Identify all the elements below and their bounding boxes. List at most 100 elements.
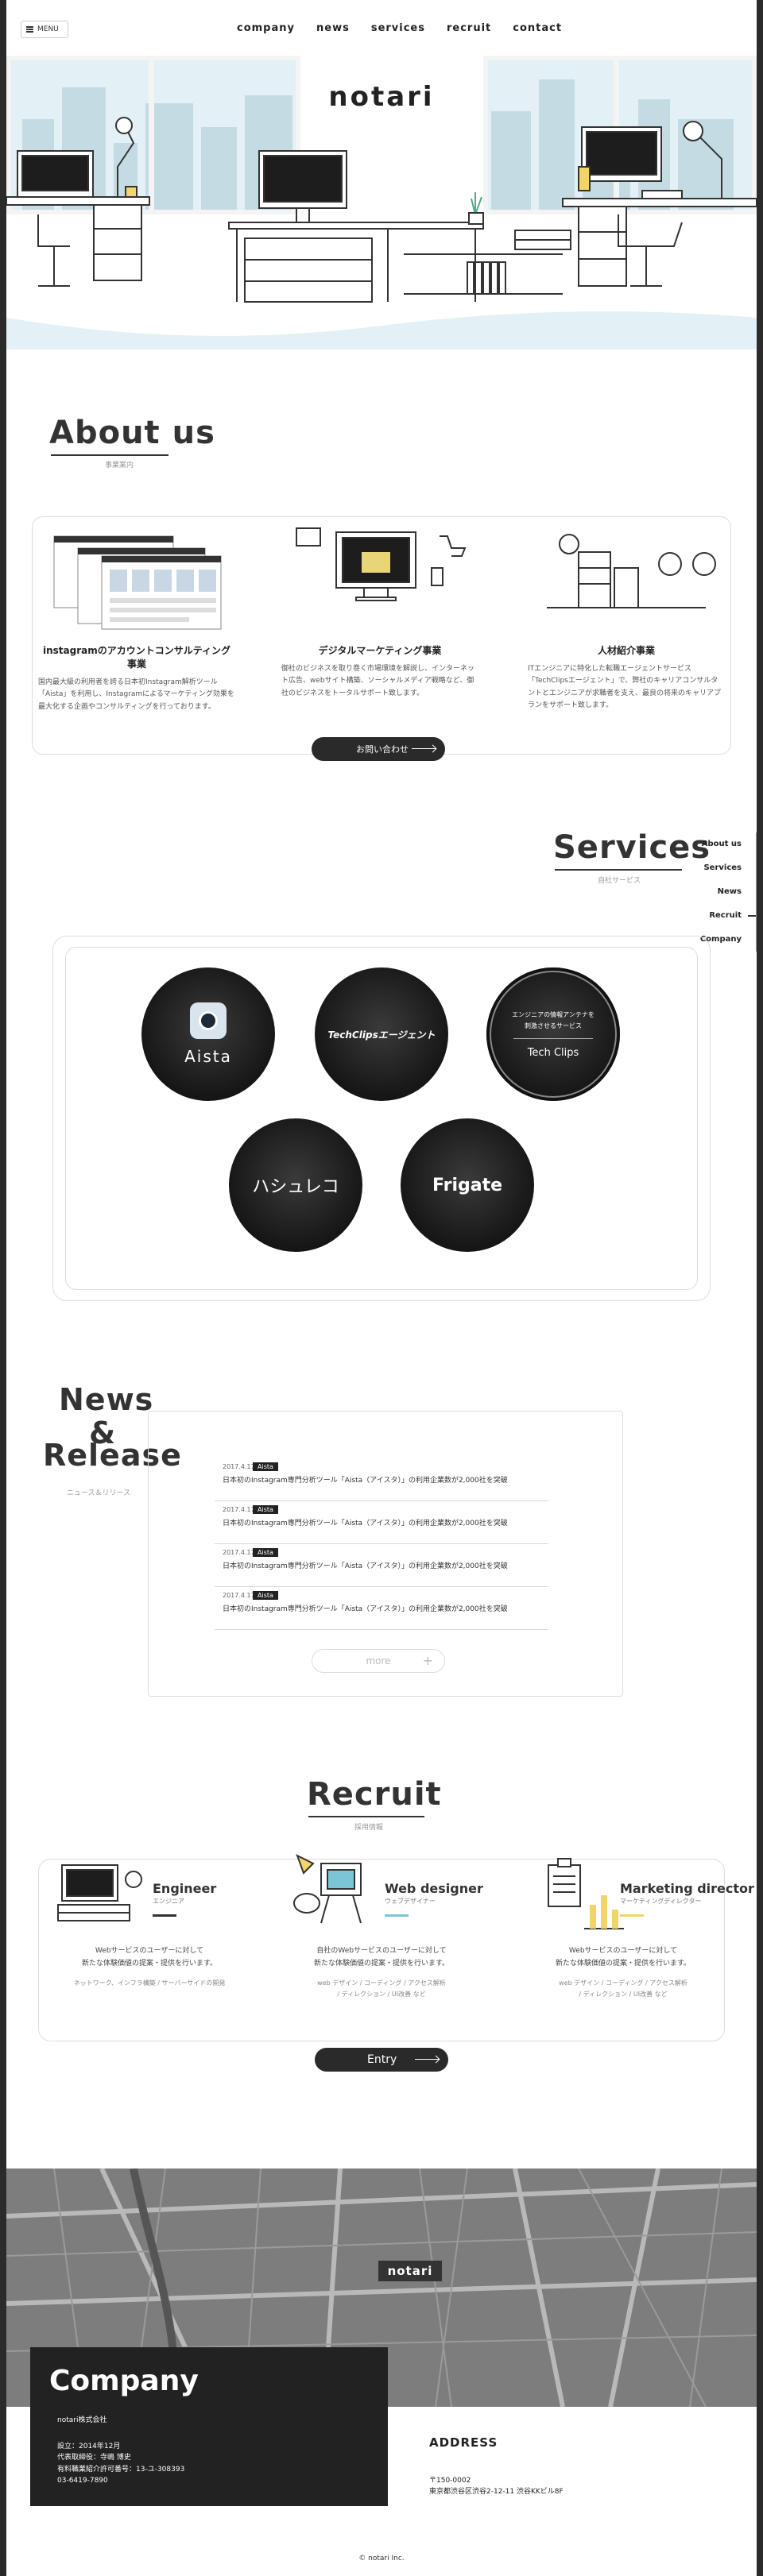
job-note-line: web デザイン / コーディング / アクセス解析 bbox=[317, 1979, 446, 1987]
service-frigate[interactable]: Frigate bbox=[401, 1118, 534, 1252]
news-text: 日本初のInstagram専門分析ツール「Aista（アイスタ）」の利用企業数が… bbox=[223, 1605, 508, 1613]
about-title: About us bbox=[49, 415, 215, 451]
contact-button[interactable]: お問い合わせ bbox=[312, 737, 445, 761]
about-item-text: ITエンジニアに特化した転職エージェントサービス「TechClipsエージェント… bbox=[528, 665, 722, 709]
news-date: 2017.4.17 bbox=[223, 1549, 255, 1556]
global-nav: company news services recruit contact bbox=[237, 22, 562, 34]
news-title-1: News bbox=[59, 1382, 154, 1417]
news-text: 日本初のInstagram専門分析ツール「Aista（アイスタ）」の利用企業数が… bbox=[223, 1562, 508, 1570]
contact-button-label: お問い合わせ bbox=[356, 744, 409, 755]
job-title-designer: Web designer bbox=[385, 1881, 483, 1896]
job-desc-engineer: Webサービスのユーザーに対して 新たな体験価値の提案・提供を行います。 bbox=[54, 1945, 245, 1970]
job-title-engineer: Engineer bbox=[153, 1881, 217, 1896]
about-item-title: デジタルマーケティング事業 bbox=[318, 645, 442, 656]
job-desc-designer: 自社のWebサービスのユーザーに対して 新たな体験価値の提案・提供を行います。 bbox=[286, 1945, 477, 1970]
job-note-line: ネットワーク、インフラ構築 / サーバーサイドの開発 bbox=[73, 1979, 226, 1987]
about-item-recruiting: 人材紹介事業 ITエンジニアに特化した転職エージェントサービス「TechClip… bbox=[528, 643, 725, 712]
side-nav-services[interactable]: Services bbox=[691, 856, 757, 880]
side-nav-about[interactable]: About us bbox=[691, 832, 757, 856]
service-hashureco[interactable]: ハシュレコ bbox=[229, 1118, 362, 1252]
service-techclips[interactable]: エンジニアの情報アンテナを 刺激させるサービス Tech Clips bbox=[486, 967, 620, 1101]
news-tag: Aista bbox=[253, 1548, 278, 1557]
nav-company[interactable]: company bbox=[237, 22, 295, 34]
news-item[interactable]: 2017.4.17 Aista 日本初のInstagram専門分析ツール「Ais… bbox=[215, 1458, 548, 1501]
job-desc-line: Webサービスのユーザーに対して bbox=[568, 1947, 678, 1955]
service-name: TechClipsエージェント bbox=[327, 1029, 436, 1041]
about-item-text: 御社のビジネスを取り巻く市場環境を解説し、インターネット広告、webサイト構築、… bbox=[281, 665, 475, 697]
job-note-line: / ディレクション / UI改善 など bbox=[579, 1991, 668, 1999]
marketing-illustration bbox=[548, 1858, 624, 1929]
job-sub-engineer: エンジニア bbox=[153, 1898, 184, 1905]
address-block: 〒150-0002 東京都渋谷区渋谷2-12-11 渋谷KKビル8F bbox=[429, 2475, 564, 2498]
service-techclips-agent[interactable]: TechClipsエージェント bbox=[315, 967, 448, 1101]
service-aista[interactable]: Aista bbox=[141, 967, 275, 1101]
service-caption: エンジニアの情報アンテナを bbox=[512, 1010, 595, 1018]
news-tag: Aista bbox=[253, 1591, 278, 1600]
entry-button-label: Entry bbox=[367, 2053, 397, 2066]
nav-contact[interactable]: contact bbox=[513, 22, 562, 34]
job-line-designer bbox=[385, 1914, 409, 1917]
nav-recruit[interactable]: recruit bbox=[447, 22, 491, 34]
recruit-title-underline bbox=[308, 1816, 424, 1817]
people-network-illustration bbox=[547, 534, 716, 608]
side-nav-recruit[interactable]: Recruit bbox=[691, 904, 757, 928]
footer-copyright: © notari Inc. bbox=[358, 2555, 405, 2562]
nav-news[interactable]: news bbox=[316, 22, 350, 34]
menu-button[interactable]: MENU bbox=[21, 21, 68, 38]
service-name: Frigate bbox=[432, 1175, 503, 1195]
recruit-title: Recruit bbox=[307, 1776, 442, 1813]
side-nav: About us Services News Recruit Company bbox=[691, 832, 757, 952]
services-title-underline bbox=[555, 869, 682, 871]
company-representative: 代表取締役：寺嶋 博史 bbox=[57, 2454, 131, 2462]
designer-illustration bbox=[293, 1853, 362, 1924]
news-item[interactable]: 2017.4.17 Aista 日本初のInstagram専門分析ツール「Ais… bbox=[215, 1544, 548, 1587]
service-name: ハシュレコ bbox=[252, 1177, 339, 1197]
job-note-line: / ディレクション / UI改善 など bbox=[337, 1991, 426, 1999]
job-desc-line: 新たな体験価値の提案・提供を行います。 bbox=[313, 1960, 450, 1968]
about-item-title: instagramのアカウントコンサルティング事業 bbox=[42, 645, 231, 670]
page: MENU company news services recruit conta… bbox=[6, 0, 757, 2576]
news-text: 日本初のInstagram専門分析ツール「Aista（アイスタ）」の利用企業数が… bbox=[223, 1520, 508, 1527]
job-note-marketing: web デザイン / コーディング / アクセス解析 / ディレクション / U… bbox=[528, 1978, 718, 2001]
job-sub-marketing: マーケティングディレクター bbox=[620, 1898, 702, 1905]
news-subtitle: ニュース＆リリース bbox=[67, 1489, 131, 1497]
entry-button[interactable]: Entry bbox=[315, 2048, 448, 2072]
floor-wave bbox=[6, 311, 757, 350]
store-monitor-illustration bbox=[296, 527, 467, 601]
company-tel: 03-6419-7890 bbox=[57, 2477, 108, 2485]
service-caption: 刺激させるサービス bbox=[525, 1022, 582, 1029]
service-name: Aista bbox=[184, 1047, 232, 1066]
news-date: 2017.4.17 bbox=[223, 1592, 255, 1599]
job-desc-line: 新たな体験価値の提案・提供を行います。 bbox=[555, 1960, 691, 1968]
more-button[interactable]: more + bbox=[312, 1649, 445, 1673]
company-founded: 設立：2014年12月 bbox=[57, 2443, 121, 2450]
side-nav-news[interactable]: News bbox=[691, 880, 757, 904]
news-item[interactable]: 2017.4.17 Aista 日本初のInstagram専門分析ツール「Ais… bbox=[215, 1501, 548, 1544]
camera-icon bbox=[190, 1002, 227, 1039]
more-button-label: more bbox=[366, 1655, 391, 1666]
address-zip: 〒150-0002 bbox=[429, 2477, 471, 2485]
about-item-instagram: instagramのアカウントコンサルティング事業 国内最大級の利用者を誇る日本… bbox=[38, 643, 235, 713]
about-title-underline bbox=[51, 454, 168, 456]
nav-services[interactable]: services bbox=[371, 22, 425, 34]
company-license: 有料職業紹介許可番号：13-ユ-308393 bbox=[57, 2465, 185, 2474]
address-title: ADDRESS bbox=[429, 2435, 498, 2450]
dashboard-illustration bbox=[53, 535, 222, 630]
company-box: Company notari株式会社 設立：2014年12月 代表取締役：寺嶋 … bbox=[30, 2347, 388, 2506]
hero: notari bbox=[6, 56, 757, 350]
map-pin-label[interactable]: notari bbox=[378, 2261, 442, 2281]
job-title-marketing: Marketing director bbox=[620, 1881, 754, 1896]
news-item[interactable]: 2017.4.17 Aista 日本初のInstagram専門分析ツール「Ais… bbox=[215, 1587, 548, 1630]
services-title: Services bbox=[553, 829, 711, 866]
job-desc-line: Webサービスのユーザーに対して bbox=[95, 1947, 204, 1955]
job-line-marketing bbox=[620, 1914, 644, 1917]
engineer-illustration bbox=[57, 1864, 142, 1921]
arrow-right-icon bbox=[412, 748, 436, 749]
recruit-subtitle: 採用情報 bbox=[354, 1824, 384, 1832]
company-details: 設立：2014年12月 代表取締役：寺嶋 博史 有料職業紹介許可番号：13-ユ-… bbox=[57, 2441, 184, 2487]
services-subtitle: 自社サービス bbox=[598, 877, 641, 885]
about-item-text: 国内最大級の利用者を誇る日本初Instagram解析ツール「Aista」を利用し… bbox=[38, 678, 234, 711]
job-note-engineer: ネットワーク、インフラ構築 / サーバーサイドの開発 bbox=[54, 1978, 245, 1989]
company-name: notari株式会社 bbox=[57, 2416, 107, 2424]
about-subtitle: 事業案内 bbox=[105, 462, 134, 469]
